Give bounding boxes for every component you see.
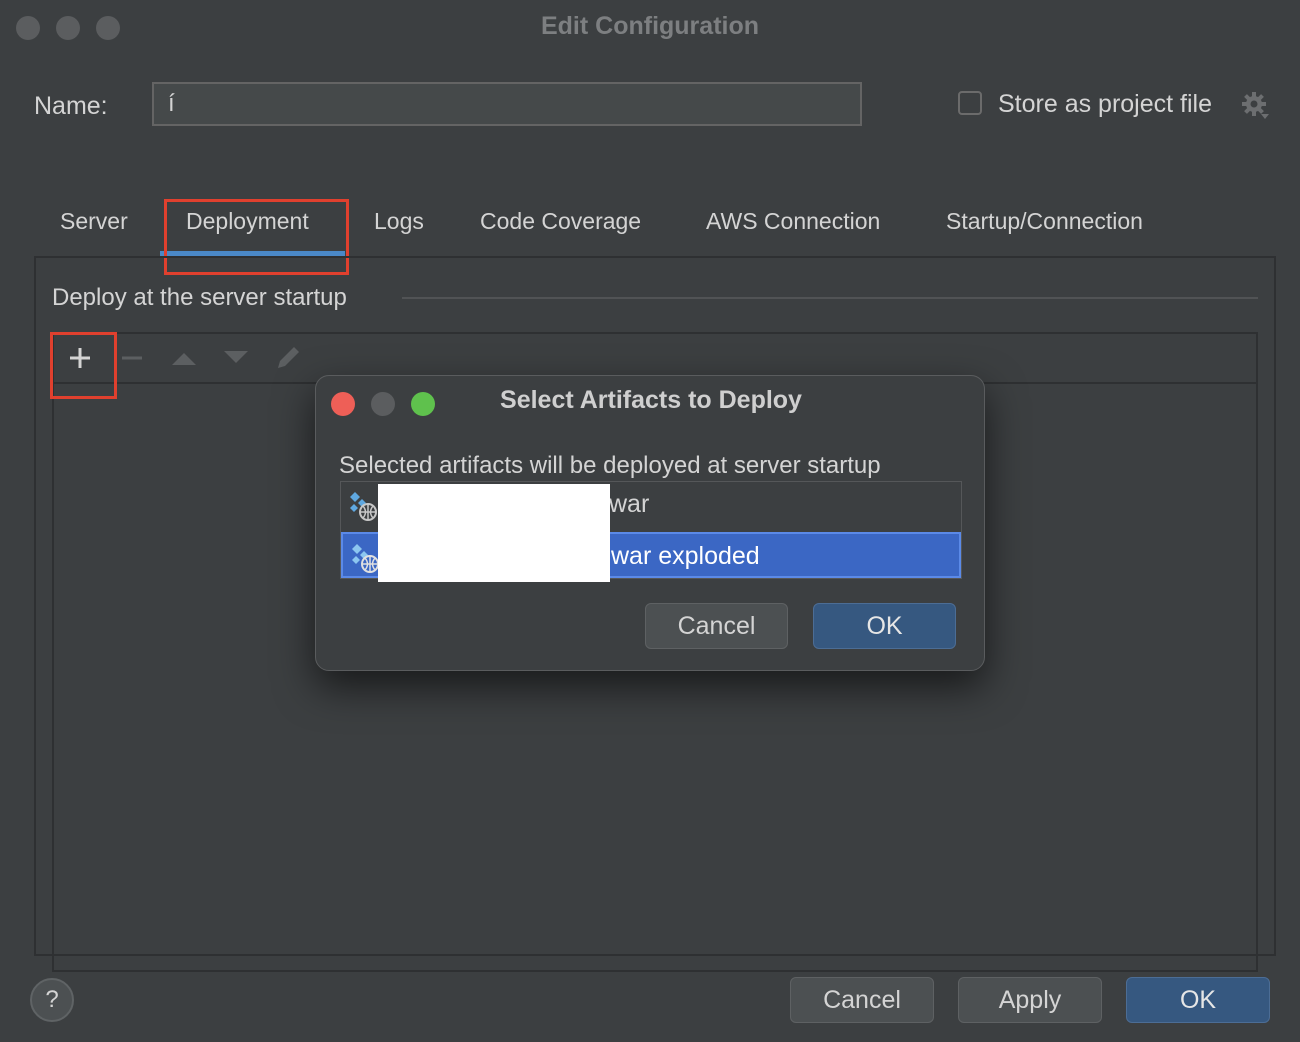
tab-code-coverage[interactable]: Code Coverage [480,208,641,235]
tab-startup-connection[interactable]: Startup/Connection [946,208,1143,235]
dialog-cancel-button[interactable]: Cancel [645,603,788,649]
artifact-label: war exploded [611,542,760,570]
dialog-description: Selected artifacts will be deployed at s… [339,452,881,479]
add-button-highlight [50,332,117,399]
window-title: Edit Configuration [540,12,760,40]
store-as-project-file-label: Store as project file [998,90,1212,118]
remove-icon[interactable] [114,340,150,376]
artifact-label: war [609,490,650,518]
dialog-title: Select Artifacts to Deploy [500,386,802,414]
redaction-box [378,484,610,582]
apply-button[interactable]: Apply [958,977,1102,1023]
gear-icon[interactable] [1240,90,1270,120]
tab-aws-connection[interactable]: AWS Connection [706,208,880,235]
name-input[interactable]: í [152,82,862,126]
ok-button[interactable]: OK [1126,977,1270,1023]
section-separator [402,297,1258,299]
name-label: Name: [34,92,108,120]
select-artifacts-dialog: Select Artifacts to Deploy Selected arti… [315,375,985,671]
help-button[interactable]: ? [30,978,74,1022]
edit-icon[interactable] [270,340,306,376]
cancel-button[interactable]: Cancel [790,977,934,1023]
move-down-icon[interactable] [218,340,254,376]
move-up-icon[interactable] [166,340,202,376]
store-as-project-file-checkbox[interactable] [958,91,982,115]
web-artifact-icon [350,492,377,521]
tab-logs[interactable]: Logs [374,208,424,235]
section-title: Deploy at the server startup [52,284,347,311]
tab-server[interactable]: Server [60,208,128,235]
dialog-ok-button[interactable]: OK [813,603,956,649]
web-artifact-icon [352,544,379,573]
title-bar: Edit Configuration [0,0,1300,54]
